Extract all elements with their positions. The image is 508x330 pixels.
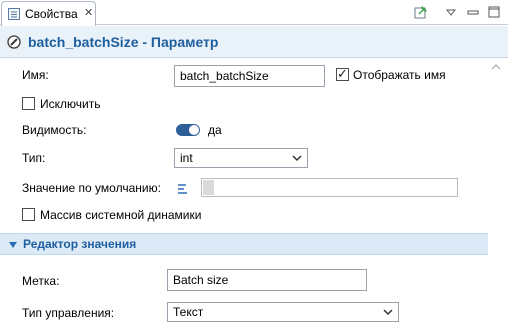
type-selected-value: int <box>180 151 193 165</box>
exclude-checkbox[interactable] <box>22 97 35 110</box>
exclude-label: Исключить <box>40 97 101 111</box>
sysdyn-array-checkbox[interactable] <box>22 208 35 221</box>
control-type-selected-value: Текст <box>173 305 204 319</box>
parameter-icon <box>7 35 21 49</box>
control-type-label: Тип управления: <box>22 306 115 320</box>
default-value-field[interactable] <box>201 178 458 197</box>
view-tab-strip: Свойства ✕ <box>0 0 508 26</box>
code-mode-icon[interactable] <box>177 182 191 195</box>
properties-header: batch_batchSize - Параметр <box>0 26 508 58</box>
maximize-icon[interactable] <box>486 4 502 20</box>
page-title: batch_batchSize - Параметр <box>28 34 219 50</box>
default-value-label: Значение по умолчанию: <box>22 181 161 195</box>
close-icon[interactable]: ✕ <box>84 6 93 19</box>
toggle-knob <box>189 125 199 135</box>
minimize-icon[interactable] <box>465 4 481 20</box>
view-menu-icon[interactable] <box>443 4 459 20</box>
label-label: Метка: <box>22 274 60 288</box>
tab-properties[interactable]: Свойства ✕ <box>1 1 96 26</box>
control-type-select[interactable]: Текст <box>167 302 399 322</box>
visibility-toggle[interactable] <box>176 124 200 136</box>
scroll-up-icon[interactable] <box>490 62 502 72</box>
label-field[interactable]: Batch size <box>167 269 367 291</box>
section-title: Редактор значения <box>23 237 137 251</box>
name-field[interactable]: batch_batchSize <box>174 65 325 87</box>
name-label: Имя: <box>22 68 49 82</box>
field-gutter <box>203 180 214 195</box>
tab-label: Свойства <box>25 7 78 21</box>
type-label: Тип: <box>22 151 46 165</box>
visibility-label: Видимость: <box>22 123 87 137</box>
value-editor-section-header[interactable]: Редактор значения <box>0 233 488 255</box>
show-name-label: Отображать имя <box>353 68 446 82</box>
properties-icon <box>8 8 20 20</box>
chevron-down-icon <box>292 155 302 162</box>
pin-editor-icon[interactable] <box>413 4 429 20</box>
visibility-value: да <box>208 123 222 137</box>
chevron-down-icon <box>383 309 393 316</box>
sysdyn-array-label: Массив системной динамики <box>40 208 202 222</box>
checkmark-icon: ✓ <box>337 66 348 81</box>
show-name-checkbox[interactable]: ✓ <box>336 66 349 81</box>
collapse-triangle-icon <box>9 242 17 248</box>
type-select[interactable]: int <box>174 148 308 168</box>
